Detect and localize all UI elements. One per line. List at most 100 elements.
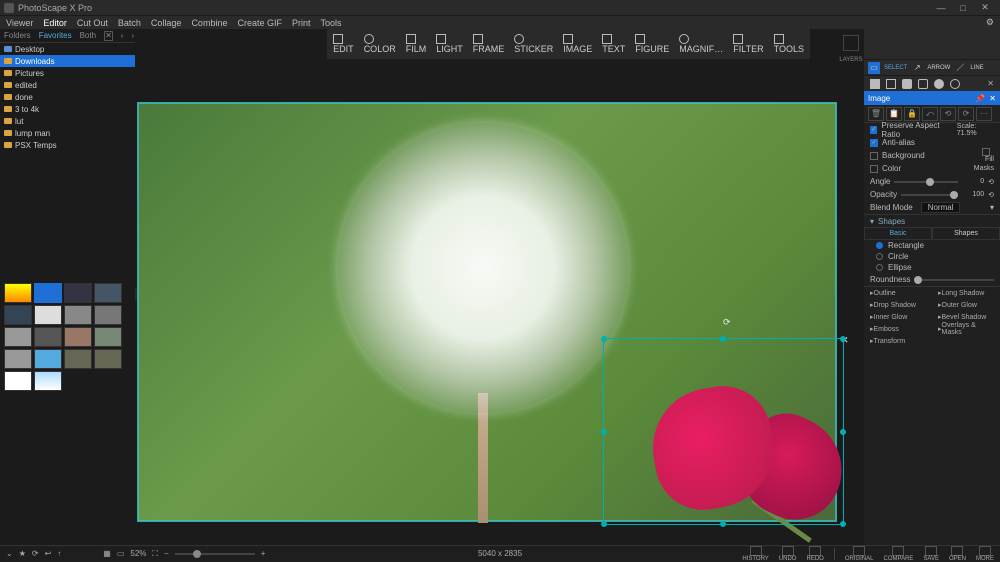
- folder-psxtemps[interactable]: PSX Temps: [0, 139, 135, 151]
- tool-magnify[interactable]: MAGNIF…: [679, 34, 723, 54]
- more-button[interactable]: MORE: [976, 546, 994, 562]
- masks-button[interactable]: Masks: [974, 165, 994, 172]
- flip-icon[interactable]: ⤺: [922, 107, 938, 121]
- tab-folders[interactable]: Folders: [4, 31, 31, 40]
- select-tool[interactable]: ▭: [868, 62, 880, 74]
- folder-done[interactable]: done: [0, 91, 135, 103]
- tool-edit[interactable]: EDIT: [333, 34, 354, 54]
- tool-filter[interactable]: FILTER: [733, 34, 763, 54]
- arrow-up-icon[interactable]: ↑: [57, 549, 61, 558]
- canvas[interactable]: ⟳ ✕: [137, 102, 837, 522]
- star-icon[interactable]: ★: [19, 549, 26, 558]
- rotate-ccw-icon[interactable]: ⟲: [940, 107, 956, 121]
- angle-slider[interactable]: [894, 181, 958, 183]
- shape-rectangle-radio[interactable]: [876, 242, 883, 249]
- folder-edited[interactable]: edited: [0, 79, 135, 91]
- menu-editor[interactable]: Editor: [43, 18, 67, 28]
- nav-back-icon[interactable]: ‹: [121, 31, 124, 40]
- thumbnail[interactable]: [94, 349, 122, 369]
- lock-icon[interactable]: 🔒: [904, 107, 920, 121]
- menu-cutout[interactable]: Cut Out: [77, 18, 108, 28]
- shapes-section[interactable]: ▾Shapes: [864, 214, 1000, 227]
- thumbnail[interactable]: [4, 283, 32, 303]
- folder-downloads[interactable]: Downloads: [0, 55, 135, 67]
- grid-icon[interactable]: ▦: [103, 549, 111, 558]
- fx-outerglow[interactable]: ▸ Outer Glow: [932, 299, 1000, 311]
- tab-both[interactable]: Both: [80, 31, 96, 40]
- crop-icon[interactable]: ▭: [117, 549, 125, 558]
- rotate-cw-icon[interactable]: ⟳: [958, 107, 974, 121]
- tool-text[interactable]: TEXT: [602, 34, 625, 54]
- folder-lut[interactable]: lut: [0, 115, 135, 127]
- close-tab-icon[interactable]: ✕: [104, 31, 113, 41]
- compare-button[interactable]: COMPARE: [884, 546, 914, 562]
- chevron-down-icon[interactable]: ⌄: [6, 549, 13, 558]
- roundness-slider[interactable]: [914, 279, 994, 281]
- chevron-down-icon[interactable]: ▾: [990, 203, 994, 212]
- menu-collage[interactable]: Collage: [151, 18, 182, 28]
- tool-image[interactable]: IMAGE: [563, 34, 592, 54]
- shape-ellipse-radio[interactable]: [876, 264, 883, 271]
- pin-icon[interactable]: 📌: [975, 94, 985, 103]
- selection-box[interactable]: ⟳ ✕: [604, 339, 843, 524]
- fx-outline[interactable]: ▸ Outline: [864, 287, 932, 299]
- tool-frame[interactable]: FRAME: [473, 34, 505, 54]
- resize-handle[interactable]: [840, 336, 846, 342]
- tool-color[interactable]: COLOR: [364, 34, 396, 54]
- tab-basic[interactable]: Basic: [864, 227, 932, 240]
- window-close-button[interactable]: ✕: [974, 2, 996, 13]
- thumbnail[interactable]: [4, 349, 32, 369]
- thumbnail[interactable]: [34, 371, 62, 391]
- fit-icon[interactable]: ⛶: [152, 549, 158, 559]
- thumbnail[interactable]: [94, 327, 122, 347]
- menu-viewer[interactable]: Viewer: [6, 18, 33, 28]
- shape-circle-radio[interactable]: [876, 253, 883, 260]
- preserve-aspect-checkbox[interactable]: ✓: [870, 126, 877, 134]
- fx-dropshadow[interactable]: ▸ Drop Shadow: [864, 299, 932, 311]
- line-tool[interactable]: ／: [954, 62, 966, 74]
- tool-light[interactable]: LIGHT: [436, 34, 463, 54]
- fx-emboss[interactable]: ▸ Emboss: [864, 323, 932, 335]
- reset-icon[interactable]: ⟲: [988, 191, 994, 199]
- antialias-checkbox[interactable]: ✓: [870, 139, 878, 147]
- window-min-button[interactable]: —: [930, 3, 952, 13]
- fill-checkbox[interactable]: [982, 148, 990, 156]
- menu-tools[interactable]: Tools: [321, 18, 342, 28]
- copy-icon[interactable]: 📋: [886, 107, 902, 121]
- resize-handle[interactable]: [601, 521, 607, 527]
- resize-handle[interactable]: [601, 336, 607, 342]
- resize-handle[interactable]: [720, 336, 726, 342]
- resize-handle[interactable]: [840, 521, 846, 527]
- shape-square-outline-icon[interactable]: [886, 79, 896, 89]
- color-checkbox[interactable]: [870, 165, 878, 173]
- thumbnail[interactable]: [4, 371, 32, 391]
- background-checkbox[interactable]: [870, 152, 878, 160]
- thumbnail[interactable]: [64, 305, 92, 325]
- fx-innerglow[interactable]: ▸ Inner Glow: [864, 311, 932, 323]
- folder-3to4k[interactable]: 3 to 4k: [0, 103, 135, 115]
- close-shaperow-icon[interactable]: ✕: [987, 79, 994, 88]
- menu-batch[interactable]: Batch: [118, 18, 141, 28]
- tool-figure[interactable]: FIGURE: [635, 34, 669, 54]
- layers-icon[interactable]: [843, 35, 859, 51]
- reset-icon[interactable]: ⟲: [988, 178, 994, 186]
- fx-overlays[interactable]: ▸ Overlays & Masks: [932, 323, 1000, 335]
- arrow-back-icon[interactable]: ↩: [45, 549, 52, 558]
- redo-button[interactable]: REDO: [806, 546, 823, 562]
- folder-desktop[interactable]: Desktop: [0, 43, 135, 55]
- nav-fwd-icon[interactable]: ›: [131, 31, 134, 40]
- fx-transform[interactable]: ▸ Transform: [864, 335, 932, 347]
- rotate-handle-icon[interactable]: ⟳: [723, 317, 731, 328]
- blend-mode-select[interactable]: Normal: [921, 202, 961, 213]
- fx-longshadow[interactable]: ▸ Long Shadow: [932, 287, 1000, 299]
- window-max-button[interactable]: □: [952, 3, 974, 13]
- delete-icon[interactable]: 🗑: [868, 107, 884, 121]
- thumbnail[interactable]: [94, 283, 122, 303]
- thumbnail[interactable]: [34, 327, 62, 347]
- zoom-slider[interactable]: [175, 553, 255, 555]
- resize-handle[interactable]: [840, 429, 846, 435]
- shape-rounded-fill-icon[interactable]: [902, 79, 912, 89]
- shape-square-fill-icon[interactable]: [870, 79, 880, 89]
- thumbnail[interactable]: [34, 349, 62, 369]
- history-button[interactable]: HISTORY: [742, 546, 768, 562]
